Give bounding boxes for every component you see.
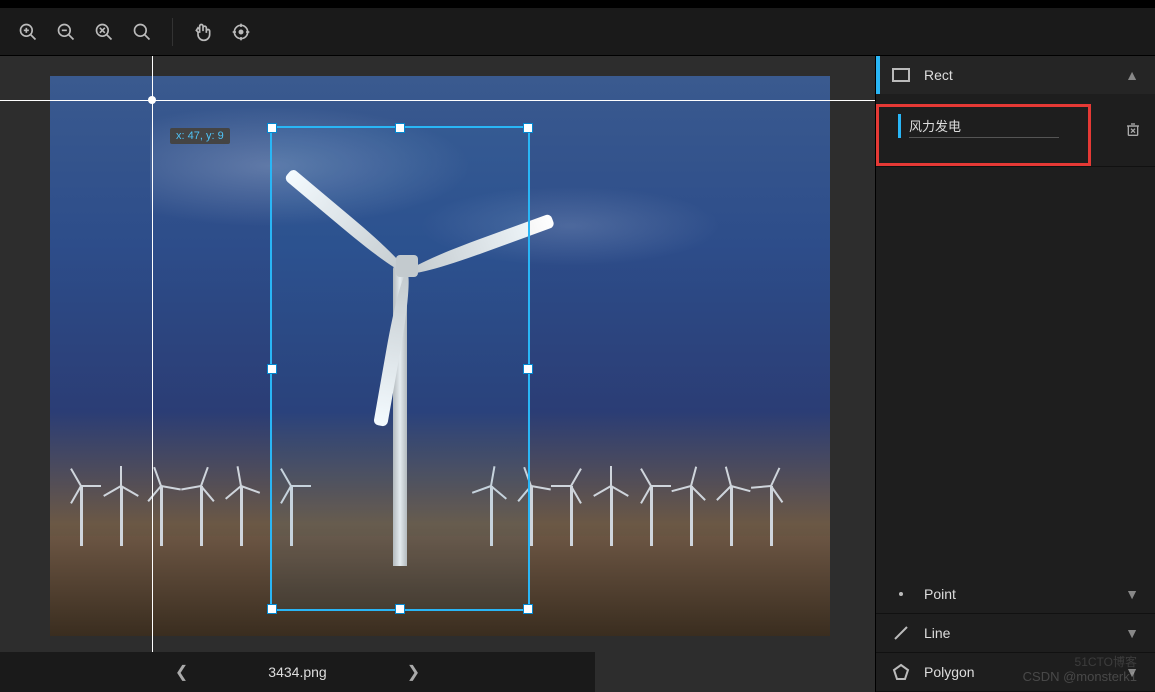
tool-rect-label: Rect: [924, 67, 953, 83]
tool-line-header[interactable]: Line ▼: [876, 614, 1155, 652]
sidebar: Rect ▲ Point: [875, 56, 1155, 692]
resize-handle-w[interactable]: [267, 364, 277, 374]
guide-intersection: [148, 96, 156, 104]
chevron-down-icon: ▼: [1125, 625, 1139, 641]
header: [0, 0, 1155, 8]
coordinate-tooltip: x: 47, y: 9: [170, 128, 230, 144]
resize-handle-n[interactable]: [395, 123, 405, 133]
rect-icon: [892, 66, 910, 84]
tool-polygon-label: Polygon: [924, 664, 975, 680]
resize-handle-nw[interactable]: [267, 123, 277, 133]
zoom-reset-button[interactable]: [92, 20, 116, 44]
resize-handle-sw[interactable]: [267, 604, 277, 614]
zoom-fit-button[interactable]: [130, 20, 154, 44]
resize-handle-e[interactable]: [523, 364, 533, 374]
toolbar: [0, 8, 1155, 56]
line-icon: [892, 624, 910, 642]
resize-handle-se[interactable]: [523, 604, 533, 614]
point-icon: [892, 585, 910, 603]
bottom-bar: ❮ 3434.png ❯: [0, 652, 595, 692]
tool-rect-header[interactable]: Rect ▲: [876, 56, 1155, 94]
crosshair-tool-button[interactable]: [229, 20, 253, 44]
label-name-input[interactable]: [909, 114, 1059, 138]
filename-label: 3434.png: [268, 664, 326, 680]
prev-image-button[interactable]: ❮: [175, 662, 188, 682]
resize-handle-ne[interactable]: [523, 123, 533, 133]
tool-point-header[interactable]: Point ▼: [876, 575, 1155, 613]
selection-box[interactable]: [270, 126, 530, 611]
canvas-area[interactable]: x: 47, y: 9 ❮ 3434.png ❯: [0, 56, 875, 692]
zoom-in-button[interactable]: [16, 20, 40, 44]
resize-handle-s[interactable]: [395, 604, 405, 614]
zoom-out-button[interactable]: [54, 20, 78, 44]
label-editor: [890, 104, 1141, 148]
pan-tool-button[interactable]: [191, 20, 215, 44]
guide-horizontal: [0, 100, 875, 101]
chevron-up-icon: ▲: [1125, 67, 1139, 83]
next-image-button[interactable]: ❯: [407, 662, 420, 682]
tool-line-label: Line: [924, 625, 950, 641]
watermark-secondary: 51CTO博客: [1075, 653, 1137, 670]
polygon-icon: [892, 663, 910, 681]
tool-point-label: Point: [924, 586, 956, 602]
chevron-down-icon: ▼: [1125, 586, 1139, 602]
guide-vertical: [152, 56, 153, 692]
delete-label-button[interactable]: [1125, 122, 1141, 143]
watermark: CSDN @monsterk1: [1023, 669, 1137, 684]
